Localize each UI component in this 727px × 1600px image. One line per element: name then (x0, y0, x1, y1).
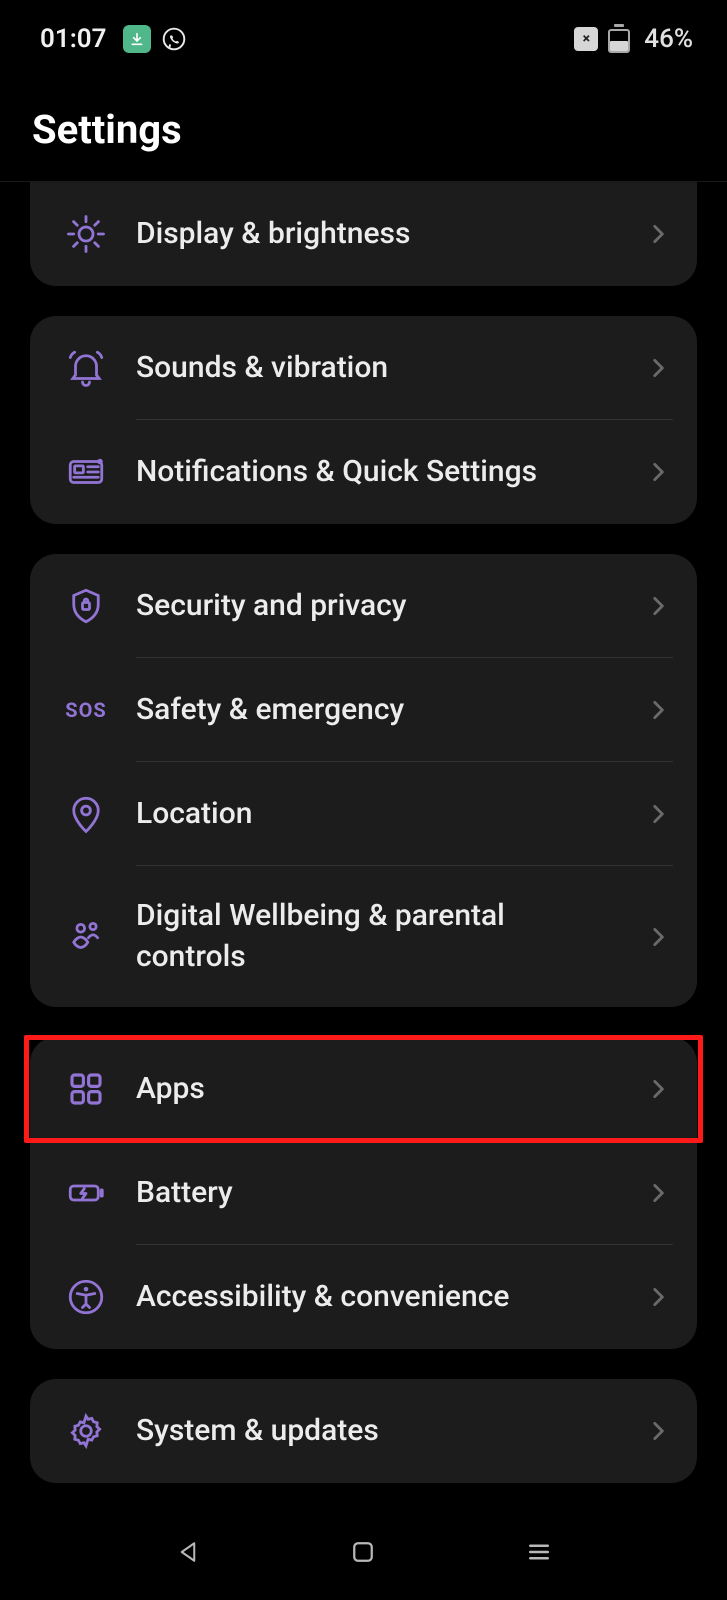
settings-row-system[interactable]: System & updates (30, 1379, 697, 1483)
settings-row-wellbeing[interactable]: Digital Wellbeing & parental controls (30, 866, 697, 1007)
chevron-right-icon (645, 1180, 671, 1206)
settings-row-display[interactable]: Display & brightness (30, 182, 697, 286)
status-bar: 01:07 × 46% (0, 0, 727, 78)
settings-row-label: Apps (136, 1069, 617, 1110)
chevron-right-icon (645, 801, 671, 827)
back-button[interactable] (164, 1528, 212, 1576)
settings-row-accessibility[interactable]: Accessibility & convenience (30, 1245, 697, 1349)
chevron-right-icon (645, 924, 671, 950)
settings-group: Security and privacy SOS Safety & emergenc… (30, 554, 697, 1007)
status-left: 01:07 (40, 24, 187, 54)
settings-group: Display & brightness (30, 182, 697, 286)
settings-row-label: Digital Wellbeing & parental controls (136, 896, 617, 977)
settings-group: Sounds & vibration Notifications & Quick … (30, 316, 697, 524)
settings-list[interactable]: Display & brightness Sounds & vibration No… (0, 182, 727, 1483)
chevron-right-icon (645, 355, 671, 381)
recent-apps-button[interactable] (515, 1528, 563, 1576)
status-icons (123, 25, 187, 53)
brightness-icon (64, 212, 108, 256)
settings-row-label: Display & brightness (136, 214, 617, 255)
settings-row-location[interactable]: Location (30, 762, 697, 866)
sos-icon: SOS (64, 688, 108, 732)
settings-row-apps[interactable]: Apps (30, 1037, 697, 1141)
shield-icon (64, 584, 108, 628)
system-nav-bar (0, 1504, 727, 1600)
settings-row-label: Sounds & vibration (136, 348, 617, 389)
battery-icon (64, 1171, 108, 1215)
chevron-right-icon (645, 1076, 671, 1102)
whatsapp-icon (161, 26, 187, 52)
chevron-right-icon (645, 221, 671, 247)
settings-row-safety[interactable]: SOS Safety & emergency (30, 658, 697, 762)
chevron-right-icon (645, 697, 671, 723)
bell-icon (64, 346, 108, 390)
status-time: 01:07 (40, 24, 107, 54)
wellbeing-icon (64, 915, 108, 959)
chevron-right-icon (645, 459, 671, 485)
apps-grid-icon (64, 1067, 108, 1111)
settings-row-label: Location (136, 794, 617, 835)
settings-row-label: Safety & emergency (136, 690, 617, 731)
download-icon (123, 25, 151, 53)
settings-row-label: Notifications & Quick Settings (136, 452, 617, 493)
chevron-right-icon (645, 1418, 671, 1444)
settings-group: System & updates (30, 1379, 697, 1483)
home-button[interactable] (339, 1528, 387, 1576)
settings-row-label: System & updates (136, 1411, 617, 1452)
settings-row-battery[interactable]: Battery (30, 1141, 697, 1245)
battery-percentage: 46% (644, 24, 693, 54)
close-badge-icon: × (574, 27, 598, 51)
battery-level-icon (608, 25, 634, 53)
accessibility-icon (64, 1275, 108, 1319)
settings-row-label: Security and privacy (136, 586, 617, 627)
chevron-right-icon (645, 593, 671, 619)
settings-row-notifications[interactable]: Notifications & Quick Settings (30, 420, 697, 524)
settings-row-security[interactable]: Security and privacy (30, 554, 697, 658)
settings-row-label: Battery (136, 1173, 617, 1214)
chevron-right-icon (645, 1284, 671, 1310)
gear-icon (64, 1409, 108, 1453)
settings-group: Apps Battery Accessibility & convenience (30, 1037, 697, 1349)
status-right: × 46% (574, 24, 693, 54)
location-pin-icon (64, 792, 108, 836)
settings-row-label: Accessibility & convenience (136, 1277, 617, 1318)
settings-row-sounds[interactable]: Sounds & vibration (30, 316, 697, 420)
page-title: Settings (0, 78, 727, 181)
notification-panel-icon (64, 450, 108, 494)
